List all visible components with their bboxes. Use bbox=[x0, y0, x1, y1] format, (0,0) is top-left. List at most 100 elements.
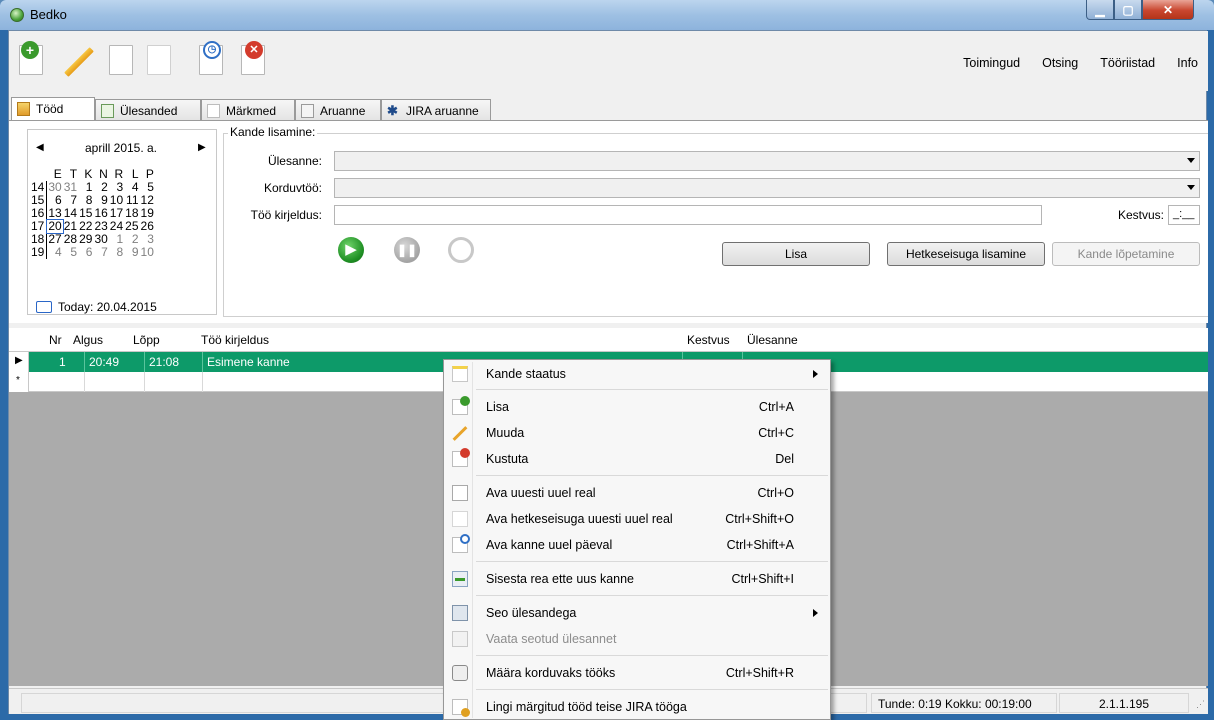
menu-item-shortcut: Ctrl+O bbox=[757, 486, 794, 500]
delete-icon: ✕ bbox=[245, 41, 263, 59]
close-button[interactable]: ✕ bbox=[1142, 0, 1194, 20]
tab-strip: Tööd Ülesanded Märkmed Aruanne ✱ JIRA ar… bbox=[9, 97, 1208, 122]
open-new-day-button[interactable]: ◷ bbox=[195, 41, 229, 81]
window-title: Bedko bbox=[30, 7, 67, 22]
copy-doc-icon bbox=[109, 45, 133, 75]
clock-doc-icon bbox=[452, 534, 470, 553]
reopen-now-button[interactable] bbox=[143, 43, 177, 81]
view-task-icon bbox=[452, 631, 468, 647]
menu-item-shortcut: Ctrl+A bbox=[758, 400, 794, 414]
calendar-day[interactable]: 6 bbox=[78, 246, 93, 259]
menu-item-label: Ava hetkeseisuga uuesti uuel real bbox=[486, 512, 673, 526]
menu-item-label: Vaata seotud ülesannet bbox=[486, 632, 617, 646]
today-link[interactable]: Today: 20.04.2015 bbox=[36, 300, 157, 314]
recurring-select[interactable] bbox=[334, 178, 1200, 198]
insert-row-icon bbox=[452, 571, 468, 587]
column-header-lopp[interactable]: Lõpp bbox=[133, 333, 160, 347]
description-input[interactable] bbox=[334, 205, 1042, 225]
calendar[interactable]: ◀ aprill 2015. a. ▶ E T K N R L P 14 30 … bbox=[27, 129, 217, 315]
cell-algus[interactable]: 20:49 bbox=[85, 352, 145, 372]
cell-lopp[interactable]: 21:08 bbox=[145, 352, 203, 372]
menu-item-ava-uuesti[interactable]: Ava uuesti uuel real Ctrl+O bbox=[446, 482, 828, 504]
duration-label: Kestvus: bbox=[1117, 208, 1164, 222]
entry-group-title: Kande lisamine: bbox=[228, 125, 318, 139]
minimize-button[interactable]: ▁ bbox=[1086, 0, 1114, 20]
row-selector[interactable]: ▶ bbox=[9, 352, 29, 372]
tab-label: JIRA aruanne bbox=[406, 104, 479, 118]
maximize-button[interactable]: ▢ bbox=[1114, 0, 1142, 20]
menu-item-shortcut: Ctrl+Shift+A bbox=[726, 538, 794, 552]
menu-item-ava-uuel-paeval[interactable]: Ava kanne uuel päeval Ctrl+Shift+A bbox=[446, 534, 828, 556]
chevron-down-icon bbox=[1187, 185, 1195, 190]
menu-item-lisa[interactable]: Lisa Ctrl+A bbox=[446, 396, 828, 418]
start-timer-button[interactable]: ▶ bbox=[338, 237, 364, 263]
edit-entry-button[interactable] bbox=[57, 43, 94, 81]
menu-separator bbox=[476, 561, 828, 562]
pause-timer-button[interactable]: ❚❚ bbox=[394, 237, 420, 263]
grid-header: Nr Algus Lõpp Töö kirjeldus Kestvus Üles… bbox=[9, 328, 1208, 352]
duration-input[interactable]: _:__ bbox=[1168, 205, 1200, 225]
menu-toimingud[interactable]: Toimingud bbox=[963, 56, 1020, 70]
calendar-day[interactable]: 7 bbox=[93, 246, 108, 259]
tab-markmed[interactable]: Märkmed bbox=[201, 99, 295, 121]
calendar-day[interactable]: 8 bbox=[109, 246, 124, 259]
recurring-icon bbox=[452, 665, 468, 681]
prev-month-button[interactable]: ◀ bbox=[36, 142, 44, 153]
menu-tooriistad[interactable]: Tööriistad bbox=[1100, 56, 1155, 70]
menu-item-ava-hetkeseisuga[interactable]: Ava hetkeseisuga uuesti uuel real Ctrl+S… bbox=[446, 508, 828, 530]
menu-item-shortcut: Ctrl+Shift+I bbox=[731, 572, 794, 586]
app-icon bbox=[10, 8, 24, 22]
cell-nr[interactable]: 1 bbox=[55, 352, 85, 372]
calendar-day[interactable]: 4 bbox=[47, 246, 63, 259]
menu-item-shortcut: Ctrl+Shift+O bbox=[725, 512, 794, 526]
column-header-description[interactable]: Töö kirjeldus bbox=[201, 333, 269, 347]
menu-item-muuda[interactable]: Muuda Ctrl+C bbox=[446, 422, 828, 444]
add-entry-button[interactable]: + bbox=[15, 41, 49, 81]
calendar-day[interactable]: 9 bbox=[124, 246, 139, 259]
cell-algus[interactable] bbox=[85, 372, 145, 392]
cell-nr[interactable] bbox=[55, 372, 85, 392]
calendar-day[interactable]: 10 bbox=[140, 246, 155, 259]
menu-separator bbox=[476, 475, 828, 476]
tab-aruanne[interactable]: Aruanne bbox=[295, 99, 381, 121]
submenu-arrow-icon bbox=[813, 609, 818, 617]
column-header-kestvus[interactable]: Kestvus bbox=[687, 333, 730, 347]
today-marker-icon bbox=[36, 301, 52, 313]
menu-item-maara-korduvaks[interactable]: Määra korduvaks tööks Ctrl+Shift+R bbox=[446, 662, 828, 684]
menu-item-label: Lingi märgitud tööd teise JIRA tööga bbox=[486, 700, 687, 714]
task-select[interactable] bbox=[334, 151, 1200, 171]
menu-item-kande-staatus[interactable]: Kande staatus bbox=[446, 363, 828, 385]
menu-item-sisesta-rea-ette[interactable]: Sisesta rea ette uus kanne Ctrl+Shift+I bbox=[446, 568, 828, 590]
menu-otsing[interactable]: Otsing bbox=[1042, 56, 1078, 70]
cell-lopp[interactable] bbox=[145, 372, 203, 392]
pencil-icon bbox=[452, 425, 468, 441]
clock-icon: ◷ bbox=[203, 41, 221, 59]
stop-timer-button[interactable] bbox=[448, 237, 474, 263]
row-selector[interactable]: * bbox=[9, 372, 29, 392]
week-number: 19 bbox=[30, 246, 48, 259]
next-month-button[interactable]: ▶ bbox=[198, 142, 206, 153]
resize-grip-icon[interactable]: ⋰ bbox=[1196, 699, 1205, 710]
add-button[interactable]: Lisa bbox=[722, 242, 870, 266]
calendar-day[interactable]: 5 bbox=[63, 246, 78, 259]
menu-item-vaata-seotud[interactable]: Vaata seotud ülesannet bbox=[446, 628, 828, 650]
reopen-entry-button[interactable] bbox=[105, 43, 139, 81]
column-header-algus[interactable]: Algus bbox=[73, 333, 103, 347]
link-task-icon bbox=[452, 605, 468, 621]
menu-item-seo-ulesandega[interactable]: Seo ülesandega bbox=[446, 602, 828, 624]
tab-tood[interactable]: Tööd bbox=[11, 97, 95, 122]
column-header-ulesanne[interactable]: Ülesanne bbox=[747, 333, 798, 347]
new-row-icon: * bbox=[16, 375, 20, 386]
column-header-nr[interactable]: Nr bbox=[49, 333, 62, 347]
menu-info[interactable]: Info bbox=[1177, 56, 1198, 70]
menu-item-lingi-jira[interactable]: Lingi märgitud tööd teise JIRA tööga bbox=[446, 696, 828, 718]
tab-ulesanded[interactable]: Ülesanded bbox=[95, 99, 201, 121]
delete-entry-button[interactable]: ✕ bbox=[237, 41, 271, 81]
jira-link-icon bbox=[452, 699, 470, 717]
tab-jira-aruanne[interactable]: ✱ JIRA aruanne bbox=[381, 99, 491, 121]
finish-entry-button[interactable]: Kande lõpetamine bbox=[1052, 242, 1200, 266]
menu-item-label: Sisesta rea ette uus kanne bbox=[486, 572, 635, 586]
menu-item-kustuta[interactable]: Kustuta Del bbox=[446, 448, 828, 470]
report-icon bbox=[301, 104, 314, 118]
add-now-button[interactable]: Hetkeseisuga lisamine bbox=[887, 242, 1045, 266]
